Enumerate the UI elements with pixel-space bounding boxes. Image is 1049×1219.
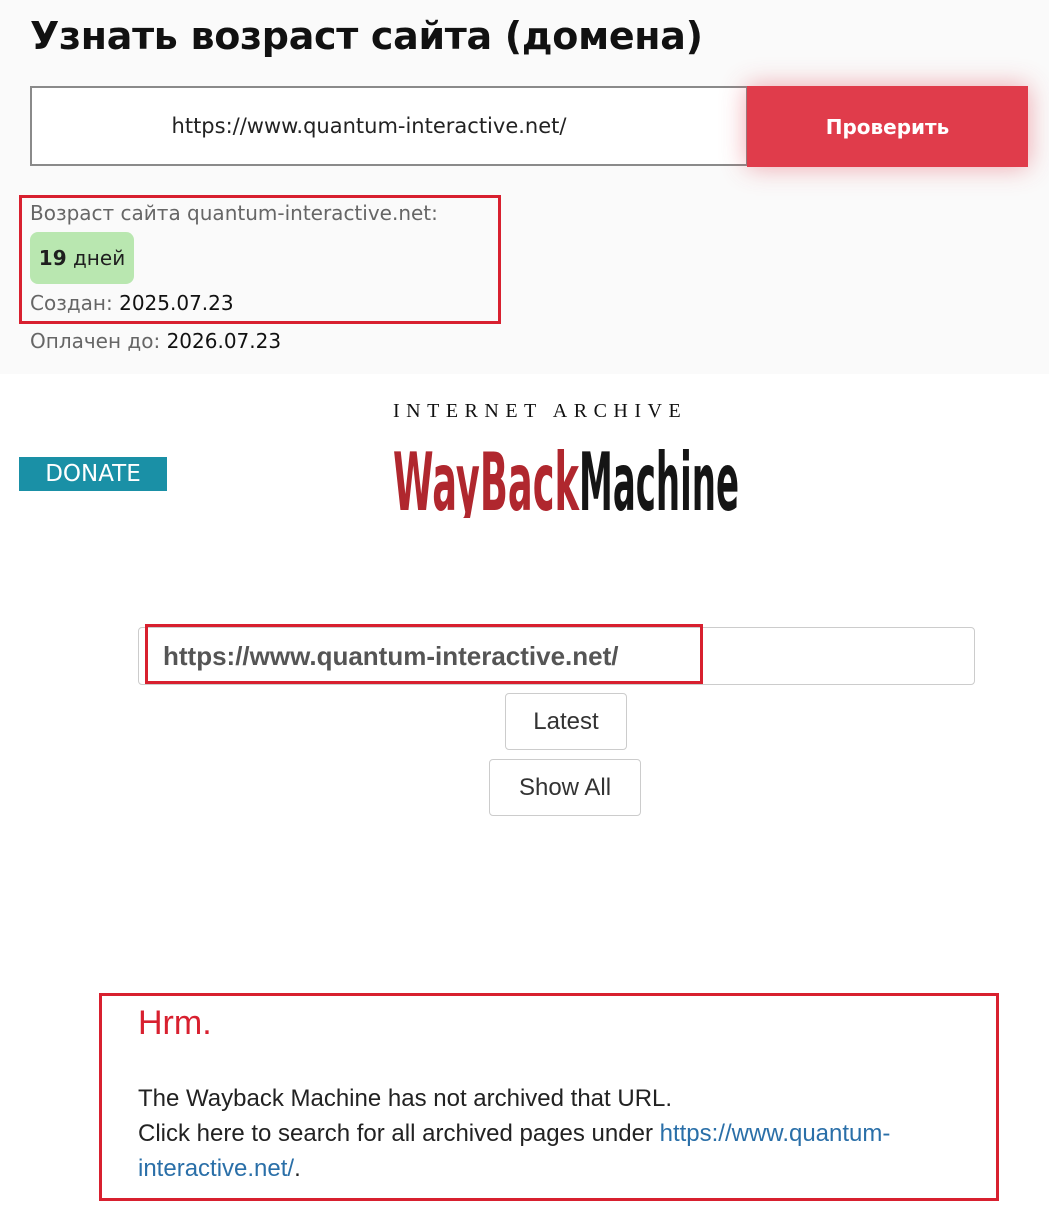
page: Узнать возраст сайта (домена) Проверить …	[0, 0, 1049, 1219]
age-unit: дней	[66, 246, 126, 270]
message-line-1: The Wayback Machine has not archived tha…	[138, 1085, 673, 1112]
age-number: 19	[38, 246, 67, 270]
show-all-button[interactable]: Show All	[489, 759, 641, 816]
wayback-machine-logo[interactable]: INTERNET ARCHIVE WayBack Machine	[393, 400, 743, 518]
created-date: Создан: 2025.07.23	[30, 291, 234, 315]
latest-button[interactable]: Latest	[505, 693, 627, 750]
wayback-machine-wordmark: WayBack Machine	[393, 436, 739, 518]
logo-word-right: Machine	[579, 436, 739, 518]
donate-button[interactable]: DONATE	[19, 457, 167, 491]
hrm-heading: Hrm.	[138, 1004, 212, 1042]
message-line-2-prefix: Click here to search for all archived pa…	[138, 1120, 660, 1147]
domain-age-checker: Узнать возраст сайта (домена) Проверить …	[0, 0, 1049, 374]
age-badge: 19 дней	[30, 232, 134, 284]
paid-value: 2026.07.23	[166, 329, 282, 353]
result-label: Возраст сайта quantum-interactive.net:	[30, 201, 438, 225]
not-archived-message: The Wayback Machine has not archived tha…	[138, 1081, 983, 1186]
paid-until-date: Оплачен до: 2026.07.23	[30, 329, 281, 353]
logo-word-left: WayBack	[393, 436, 580, 518]
created-label: Создан:	[30, 291, 120, 315]
page-title: Узнать возраст сайта (домена)	[30, 14, 703, 58]
paid-label: Оплачен до:	[30, 329, 167, 353]
wayback-search-box	[138, 627, 975, 685]
created-value: 2025.07.23	[119, 291, 234, 315]
message-line-2-suffix: .	[294, 1155, 301, 1182]
message-line-2: Click here to search for all archived pa…	[138, 1116, 983, 1186]
url-input[interactable]	[30, 86, 748, 166]
check-button[interactable]: Проверить	[747, 86, 1028, 167]
wayback-url-input[interactable]	[149, 634, 973, 678]
